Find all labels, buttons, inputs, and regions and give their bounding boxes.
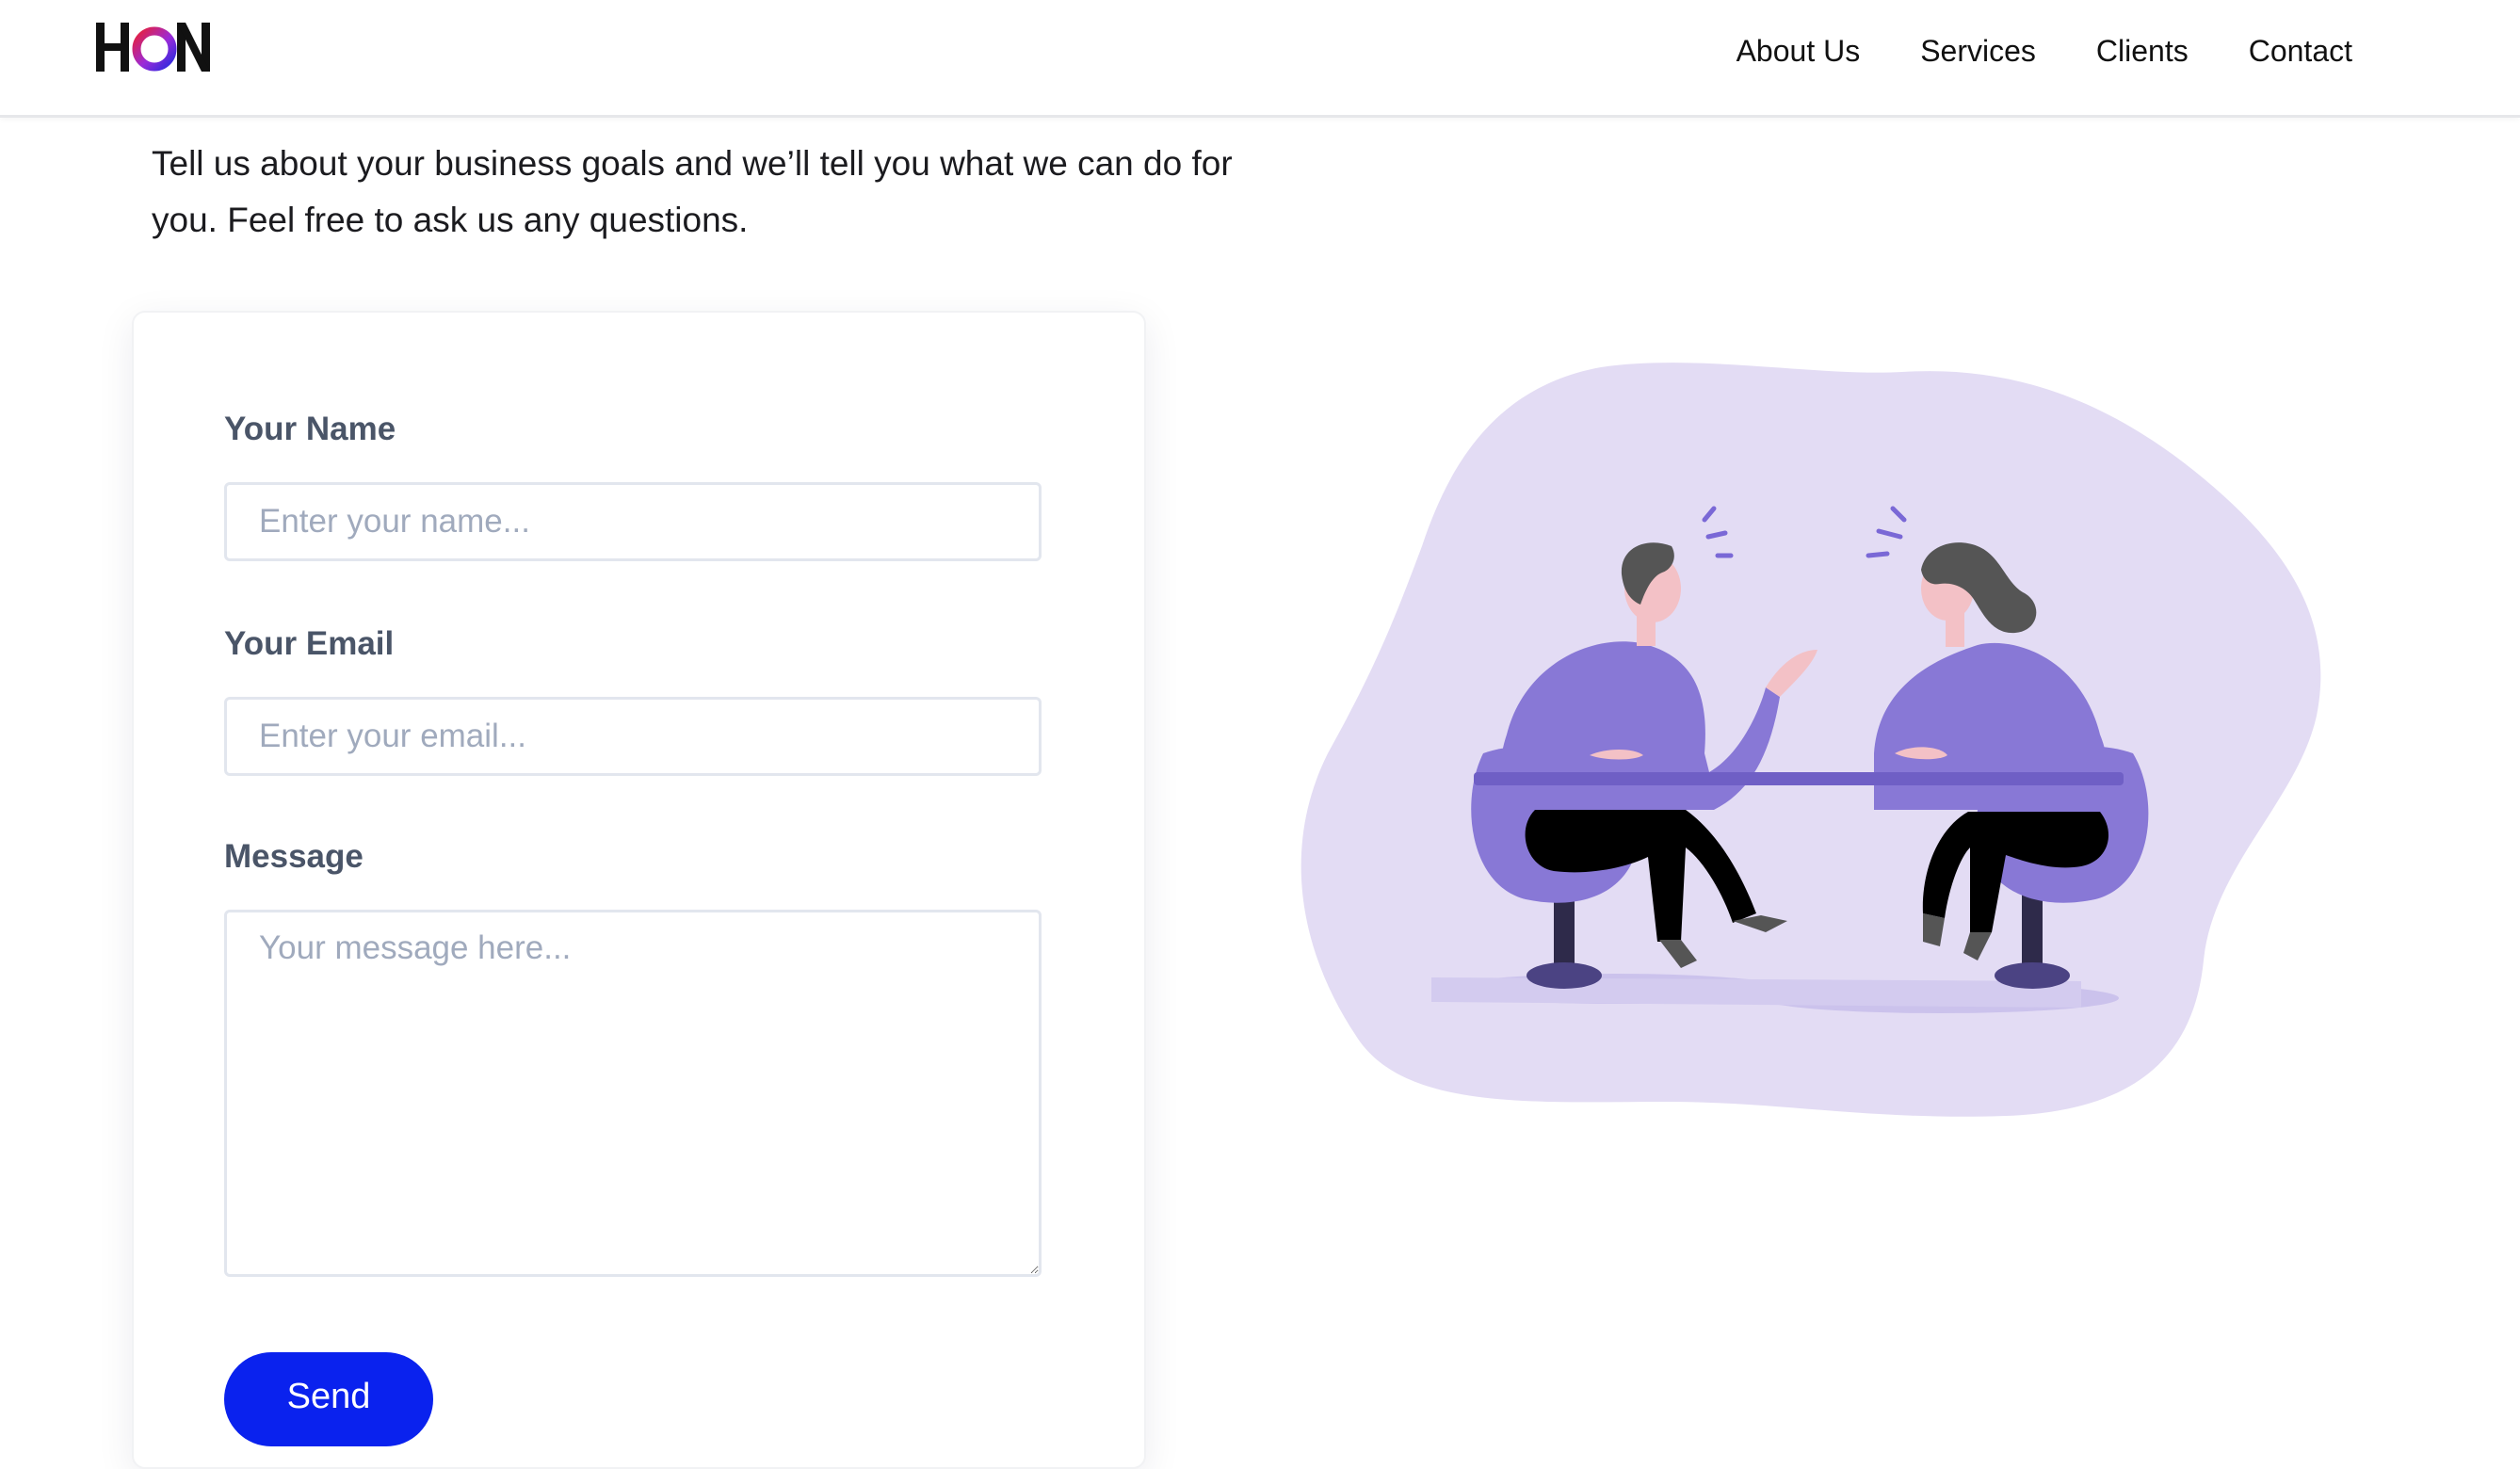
chair-base-left [1527, 962, 1602, 989]
intro-text: Tell us about your business goals and we… [152, 144, 1233, 239]
nav-contact[interactable]: Contact [2249, 26, 2352, 75]
conversation-illustration-icon [1300, 363, 2321, 1117]
speech-mark-6 [1866, 551, 1890, 558]
message-textarea[interactable] [224, 910, 1042, 1277]
email-input[interactable] [224, 697, 1042, 776]
illustration [1290, 358, 2326, 1130]
name-label: Your Name [224, 411, 396, 447]
contact-form: Your Name Your Email Message Send [132, 311, 1146, 1469]
nav-clients[interactable]: Clients [2096, 26, 2189, 75]
message-label: Message [224, 838, 363, 875]
logo[interactable] [94, 17, 212, 77]
nav-about-us[interactable]: About Us [1737, 26, 1861, 75]
site-header: About Us Services Clients Contact [0, 0, 2520, 118]
main-nav: About Us Services Clients Contact [1737, 26, 2352, 75]
hon-logo-icon [96, 23, 210, 72]
table-top [1474, 772, 2124, 785]
send-button[interactable]: Send [224, 1352, 433, 1446]
nav-services[interactable]: Services [1920, 26, 2036, 75]
name-input[interactable] [224, 482, 1042, 561]
email-label: Your Email [224, 625, 395, 662]
chair-base-right [1995, 962, 2070, 989]
